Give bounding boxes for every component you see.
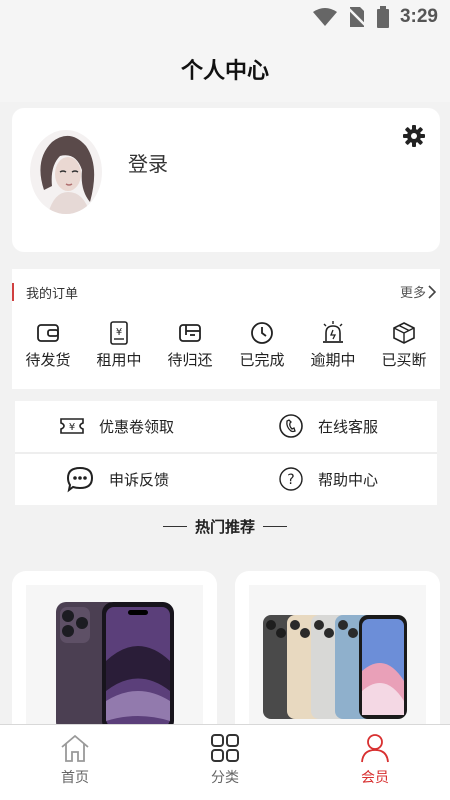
chevron-right-icon [428, 284, 436, 299]
order-item-label: 待发货 [25, 351, 71, 369]
service-label: 帮助中心 [318, 470, 379, 489]
more-label: 更多 [399, 286, 426, 301]
tab-label: 首页 [61, 770, 89, 786]
settings-button[interactable] [402, 124, 426, 148]
section-marker [12, 283, 14, 301]
svg-text:¥: ¥ [116, 327, 122, 338]
order-item-to-return[interactable]: 待归还 [155, 321, 225, 370]
service-label: 优惠卷领取 [99, 417, 175, 436]
product-image [26, 585, 203, 741]
order-item-label: 已买断 [381, 351, 427, 369]
login-link[interactable]: 登录 [128, 148, 168, 177]
order-item-label: 租用中 [96, 351, 142, 369]
orders-section: 我的订单 更多 待发货 ¥ 租用中 待归还 已完成 逾期中 已买断 [12, 269, 440, 389]
phone-icon [279, 414, 303, 438]
tab-member[interactable]: 会员 [325, 733, 425, 787]
package-icon [393, 322, 415, 344]
yen-document-icon: ¥ [110, 321, 128, 345]
customer-service-button[interactable]: 在线客服 [278, 413, 378, 439]
order-item-renting[interactable]: ¥ 租用中 [84, 321, 154, 370]
order-item-label: 逾期中 [310, 351, 356, 369]
order-item-label: 待归还 [167, 351, 213, 369]
product-image [249, 585, 426, 741]
orders-title: 我的订单 [26, 287, 79, 302]
avatar[interactable] [30, 130, 102, 214]
coupon-button[interactable]: ¥ 优惠卷领取 [59, 415, 174, 437]
no-sim-icon [347, 7, 366, 27]
hot-section-title: 热门推荐 [0, 516, 450, 537]
more-orders-link[interactable]: 更多 [400, 282, 436, 301]
help-icon: ? [279, 467, 303, 491]
bottom-tab-bar: 首页 分类 会员 [0, 724, 450, 800]
divider [15, 452, 437, 454]
status-bar: 3:29 [0, 0, 450, 36]
tab-label: 分类 [211, 770, 239, 786]
service-label: 在线客服 [318, 417, 379, 436]
gear-icon [403, 125, 425, 147]
order-item-label: 已完成 [239, 351, 285, 369]
feedback-button[interactable]: 申诉反馈 [65, 465, 169, 493]
status-time: 3:29 [399, 6, 438, 27]
alarm-icon [323, 321, 343, 343]
divider [263, 525, 287, 528]
home-icon [61, 734, 89, 762]
services-grid: ¥ 优惠卷领取 在线客服 申诉反馈 ? 帮助中心 [15, 401, 437, 505]
service-label: 申诉反馈 [109, 470, 170, 489]
profile-card [12, 108, 440, 252]
divider [162, 525, 187, 528]
order-item-overdue[interactable]: 逾期中 [298, 321, 368, 370]
tab-label: 会员 [361, 770, 389, 786]
svg-text:¥: ¥ [69, 422, 75, 433]
user-icon [361, 734, 389, 763]
product-card[interactable] [12, 571, 217, 741]
coupon-icon: ¥ [60, 418, 84, 434]
hot-title-text: 热门推荐 [194, 518, 255, 536]
tab-home[interactable]: 首页 [25, 733, 125, 787]
svg-text:?: ? [287, 472, 294, 488]
category-grid-icon [211, 734, 239, 762]
battery-icon [376, 6, 389, 28]
order-item-pending-shipment[interactable]: 待发货 [13, 321, 83, 370]
order-item-completed[interactable]: 已完成 [227, 321, 297, 370]
tab-category[interactable]: 分类 [175, 733, 275, 787]
chat-bubble-icon [66, 466, 94, 493]
order-item-bought-out[interactable]: 已买断 [369, 321, 439, 370]
page-header: 个人中心 [0, 36, 450, 102]
help-center-button[interactable]: ? 帮助中心 [278, 466, 378, 492]
product-card[interactable] [235, 571, 440, 741]
wallet-icon [37, 324, 59, 342]
clock-icon [251, 322, 273, 344]
page-title: 个人中心 [180, 59, 269, 84]
return-box-icon [179, 324, 201, 342]
wifi-icon [312, 8, 337, 26]
